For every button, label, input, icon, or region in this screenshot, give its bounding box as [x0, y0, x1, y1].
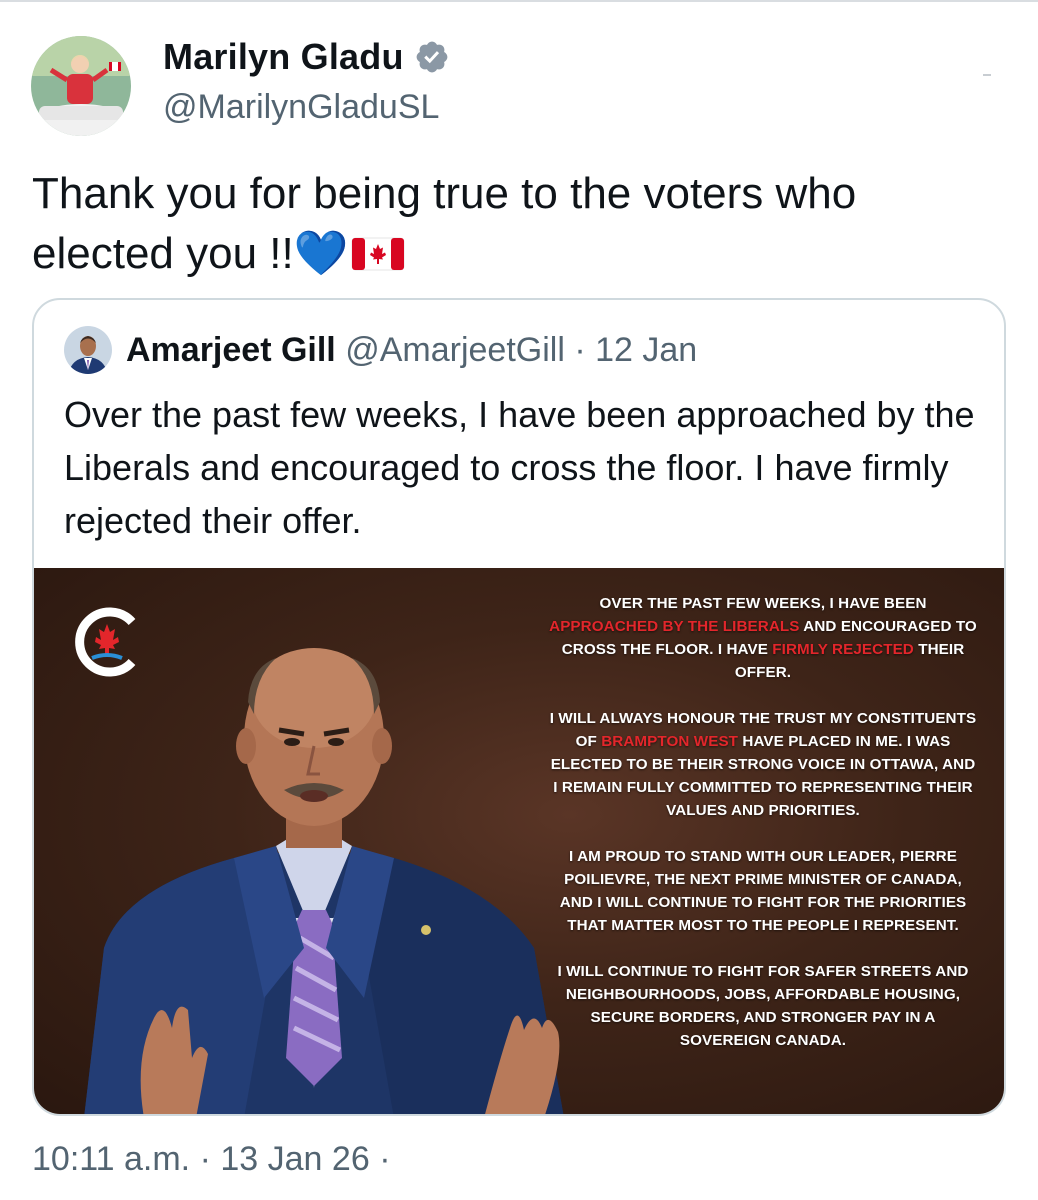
quoted-media-image[interactable]: OVER THE PAST FEW WEEKS, I HAVE BEEN APP…: [34, 568, 1004, 1114]
author-display-name[interactable]: Marilyn Gladu: [163, 36, 404, 78]
quoted-handle[interactable]: @AmarjeetGill: [345, 331, 565, 369]
quoted-date[interactable]: 12 Jan: [595, 331, 697, 369]
statement-highlight-rejected: FIRMLY REJECTED: [772, 641, 914, 658]
quoted-separator: ·: [574, 331, 586, 369]
statement-highlight-liberals: APPROACHED BY THE LIBERALS: [549, 618, 800, 635]
author-handle[interactable]: @MarilynGladuSL: [163, 88, 439, 127]
timestamp-separator: ·: [199, 1140, 211, 1178]
statement-paragraph-4: I WILL CONTINUE TO FIGHT FOR SAFER STREE…: [557, 963, 969, 1049]
blue-heart-emoji: 💙: [293, 229, 349, 278]
statement-text: OVER THE PAST FEW WEEKS, I HAVE BEEN APP…: [548, 592, 978, 1075]
tweet-text: Thank you for being true to the voters w…: [32, 164, 992, 288]
timestamp-date[interactable]: 13 Jan 26: [220, 1140, 369, 1178]
tweet-timestamp: 10:11 a.m. · 13 Jan 26 ·: [32, 1140, 391, 1179]
quoted-text: Over the past few weeks, I have been app…: [64, 394, 975, 541]
timestamp-trailing-separator: ·: [379, 1140, 391, 1178]
top-divider: [0, 0, 1038, 2]
verified-badge-icon: [414, 39, 450, 75]
statement-highlight-brampton: BRAMPTON WEST: [601, 733, 739, 750]
timestamp-time[interactable]: 10:11 a.m.: [32, 1140, 190, 1178]
quoted-author-avatar[interactable]: [64, 326, 112, 374]
statement-paragraph-3: I AM PROUD TO STAND WITH OUR LEADER, PIE…: [559, 848, 967, 934]
statement-paragraph-2: I WILL ALWAYS HONOUR THE TRUST MY CONSTI…: [548, 707, 978, 822]
quoted-display-name[interactable]: Amarjeet Gill: [126, 331, 336, 369]
quoted-meta: Amarjeet Gill @AmarjeetGill · 12 Jan: [126, 331, 697, 370]
tweet-body: Thank you for being true to the voters w…: [32, 169, 857, 278]
quoted-tweet-card[interactable]: Amarjeet Gill @AmarjeetGill · 12 Jan Ove…: [32, 298, 1006, 1116]
canada-flag-icon: [351, 228, 405, 288]
author-avatar-image: [31, 36, 131, 136]
quoted-avatar-image: [64, 326, 112, 374]
statement-paragraph-1: OVER THE PAST FEW WEEKS, I HAVE BEEN APP…: [548, 592, 978, 684]
statement-p1-a: OVER THE PAST FEW WEEKS, I HAVE BEEN: [599, 595, 927, 612]
speaker-photo: [84, 648, 564, 1114]
author-name-row: Marilyn Gladu: [163, 36, 450, 78]
more-options-icon[interactable]: [983, 74, 991, 76]
author-avatar[interactable]: [31, 36, 131, 136]
